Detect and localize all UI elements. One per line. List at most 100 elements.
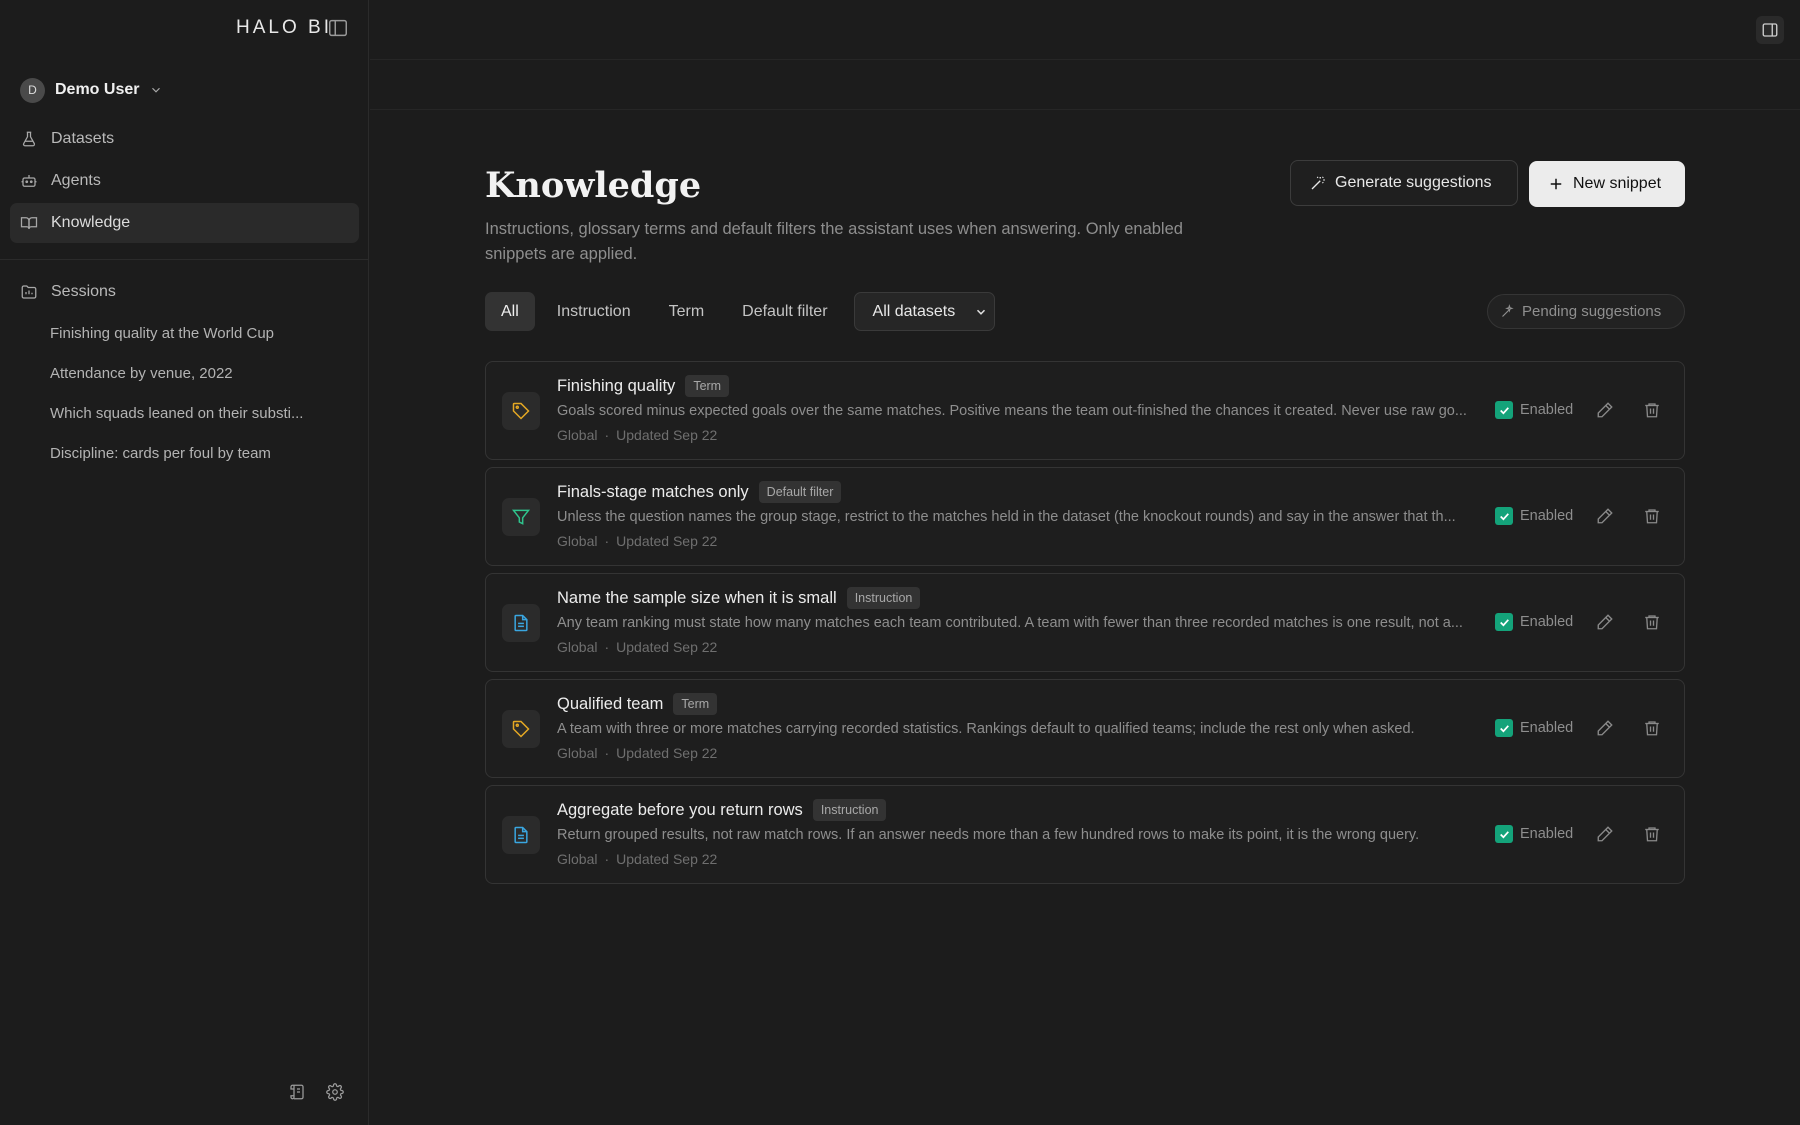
snippet-type-icon bbox=[502, 498, 540, 536]
trash-icon[interactable] bbox=[1643, 401, 1661, 419]
tag-icon bbox=[511, 719, 531, 739]
snippet-updated: Updated Sep 22 bbox=[616, 427, 718, 443]
sidebar-item-agents[interactable]: Agents bbox=[10, 161, 359, 201]
sidebar-nav: Datasets Agents Knowledge bbox=[10, 119, 359, 245]
sessions-label: Sessions bbox=[51, 283, 116, 300]
brand-logo: HALO BI bbox=[236, 17, 332, 38]
snippet-scope: Global bbox=[557, 639, 598, 655]
pencil-icon[interactable] bbox=[1596, 401, 1614, 419]
filter-tab-term[interactable]: Term bbox=[653, 292, 721, 331]
pencil-icon[interactable] bbox=[1596, 719, 1614, 737]
filter-tab-default-filter[interactable]: Default filter bbox=[726, 292, 843, 331]
enabled-toggle[interactable]: Enabled bbox=[1495, 613, 1573, 631]
trash-icon[interactable] bbox=[1643, 825, 1661, 843]
snippet-title: Aggregate before you return rows bbox=[557, 800, 803, 819]
dataset-select-value: All datasets bbox=[872, 302, 956, 320]
filter-tab-instruction[interactable]: Instruction bbox=[541, 292, 647, 331]
separator-dot: · bbox=[604, 851, 610, 867]
snippet-description: Any team ranking must state how many mat… bbox=[557, 615, 1463, 631]
checkbox-checked-icon[interactable] bbox=[1495, 719, 1513, 737]
snippet-meta: Global · Updated Sep 22 bbox=[557, 745, 717, 761]
sidebar-toggle-icon[interactable] bbox=[327, 17, 349, 39]
generate-suggestions-button[interactable]: Generate suggestions bbox=[1290, 160, 1518, 206]
sub-bar bbox=[370, 60, 1800, 110]
trash-icon[interactable] bbox=[1643, 507, 1661, 525]
snippet-card[interactable]: Finishing quality Term Goals scored minu… bbox=[485, 361, 1685, 460]
snippet-type-badge: Instruction bbox=[846, 587, 921, 609]
panel-toggle-button[interactable] bbox=[1756, 16, 1784, 44]
document-icon bbox=[511, 825, 531, 845]
enabled-toggle[interactable]: Enabled bbox=[1495, 401, 1573, 419]
brand-row: HALO BI bbox=[0, 14, 369, 42]
snippet-updated: Updated Sep 22 bbox=[616, 851, 718, 867]
snippet-title-row: Aggregate before you return rows Instruc… bbox=[557, 799, 887, 821]
pencil-icon[interactable] bbox=[1596, 507, 1614, 525]
snippet-scope: Global bbox=[557, 745, 598, 761]
checkbox-checked-icon[interactable] bbox=[1495, 825, 1513, 843]
panel-right-icon bbox=[1761, 21, 1779, 39]
trash-icon[interactable] bbox=[1643, 613, 1661, 631]
session-item[interactable]: Attendance by venue, 2022 bbox=[50, 362, 350, 402]
top-bar bbox=[370, 0, 1800, 60]
sidebar-item-datasets[interactable]: Datasets bbox=[10, 119, 359, 159]
scroll-icon[interactable] bbox=[288, 1083, 306, 1101]
session-item[interactable]: Finishing quality at the World Cup bbox=[50, 322, 350, 362]
snippet-title-row: Finals-stage matches only Default filter bbox=[557, 481, 842, 503]
snippet-list: Finishing quality Term Goals scored minu… bbox=[485, 361, 1685, 891]
new-snippet-button[interactable]: New snippet bbox=[1529, 161, 1685, 207]
trash-icon[interactable] bbox=[1643, 719, 1661, 737]
session-item[interactable]: Discipline: cards per foul by team bbox=[50, 442, 350, 482]
separator-dot: · bbox=[604, 745, 610, 761]
checkbox-checked-icon[interactable] bbox=[1495, 401, 1513, 419]
snippet-type-badge: Term bbox=[685, 375, 730, 397]
snippet-card[interactable]: Finals-stage matches only Default filter… bbox=[485, 467, 1685, 566]
snippet-updated: Updated Sep 22 bbox=[616, 639, 718, 655]
user-name: Demo User bbox=[55, 81, 140, 98]
snippet-type-icon bbox=[502, 710, 540, 748]
checkbox-checked-icon[interactable] bbox=[1495, 613, 1513, 631]
dataset-select[interactable]: All datasets bbox=[853, 292, 995, 331]
enabled-toggle[interactable]: Enabled bbox=[1495, 507, 1573, 525]
enabled-toggle[interactable]: Enabled bbox=[1495, 719, 1573, 737]
snippet-scope: Global bbox=[557, 427, 598, 443]
snippet-updated: Updated Sep 22 bbox=[616, 533, 718, 549]
sidebar-footer bbox=[288, 1083, 344, 1101]
enabled-label: Enabled bbox=[1520, 720, 1574, 736]
snippet-card[interactable]: Qualified team Term A team with three or… bbox=[485, 679, 1685, 778]
book-icon bbox=[20, 214, 38, 232]
snippet-updated: Updated Sep 22 bbox=[616, 745, 718, 761]
snippet-meta: Global · Updated Sep 22 bbox=[557, 851, 717, 867]
tag-icon bbox=[511, 401, 531, 421]
page-description: Instructions, glossary terms and default… bbox=[485, 220, 1183, 263]
flask-icon bbox=[20, 130, 38, 148]
snippet-card[interactable]: Aggregate before you return rows Instruc… bbox=[485, 785, 1685, 884]
session-list: Finishing quality at the World Cup Atten… bbox=[50, 322, 350, 482]
sessions-header[interactable]: Sessions bbox=[20, 283, 116, 301]
filter-tab-all[interactable]: All bbox=[485, 292, 535, 331]
snippet-type-icon bbox=[502, 392, 540, 430]
snippet-scope: Global bbox=[557, 533, 598, 549]
user-menu[interactable]: D Demo User bbox=[20, 77, 163, 103]
button-label: Generate suggestions bbox=[1335, 174, 1492, 191]
snippet-description: Unless the question names the group stag… bbox=[557, 509, 1456, 525]
snippet-title-row: Qualified team Term bbox=[557, 693, 718, 715]
pencil-icon[interactable] bbox=[1596, 613, 1614, 631]
session-item[interactable]: Which squads leaned on their substi... bbox=[50, 402, 350, 442]
gear-icon[interactable] bbox=[326, 1083, 344, 1101]
enabled-label: Enabled bbox=[1520, 826, 1574, 842]
pending-suggestions-button[interactable]: Pending suggestions bbox=[1487, 294, 1685, 329]
enabled-label: Enabled bbox=[1520, 508, 1574, 524]
snippet-card[interactable]: Name the sample size when it is small In… bbox=[485, 573, 1685, 672]
enabled-toggle[interactable]: Enabled bbox=[1495, 825, 1573, 843]
snippet-type-badge: Instruction bbox=[812, 799, 887, 821]
snippet-description: A team with three or more matches carryi… bbox=[557, 721, 1415, 737]
snippet-scope: Global bbox=[557, 851, 598, 867]
filter-icon bbox=[511, 507, 531, 527]
checkbox-checked-icon[interactable] bbox=[1495, 507, 1513, 525]
snippet-type-badge: Default filter bbox=[758, 481, 842, 503]
pending-label: Pending suggestions bbox=[1522, 303, 1662, 320]
sidebar-item-knowledge[interactable]: Knowledge bbox=[10, 203, 359, 243]
sidebar-item-label: Datasets bbox=[51, 130, 115, 147]
pencil-icon[interactable] bbox=[1596, 825, 1614, 843]
sidebar-item-label: Agents bbox=[51, 172, 101, 189]
